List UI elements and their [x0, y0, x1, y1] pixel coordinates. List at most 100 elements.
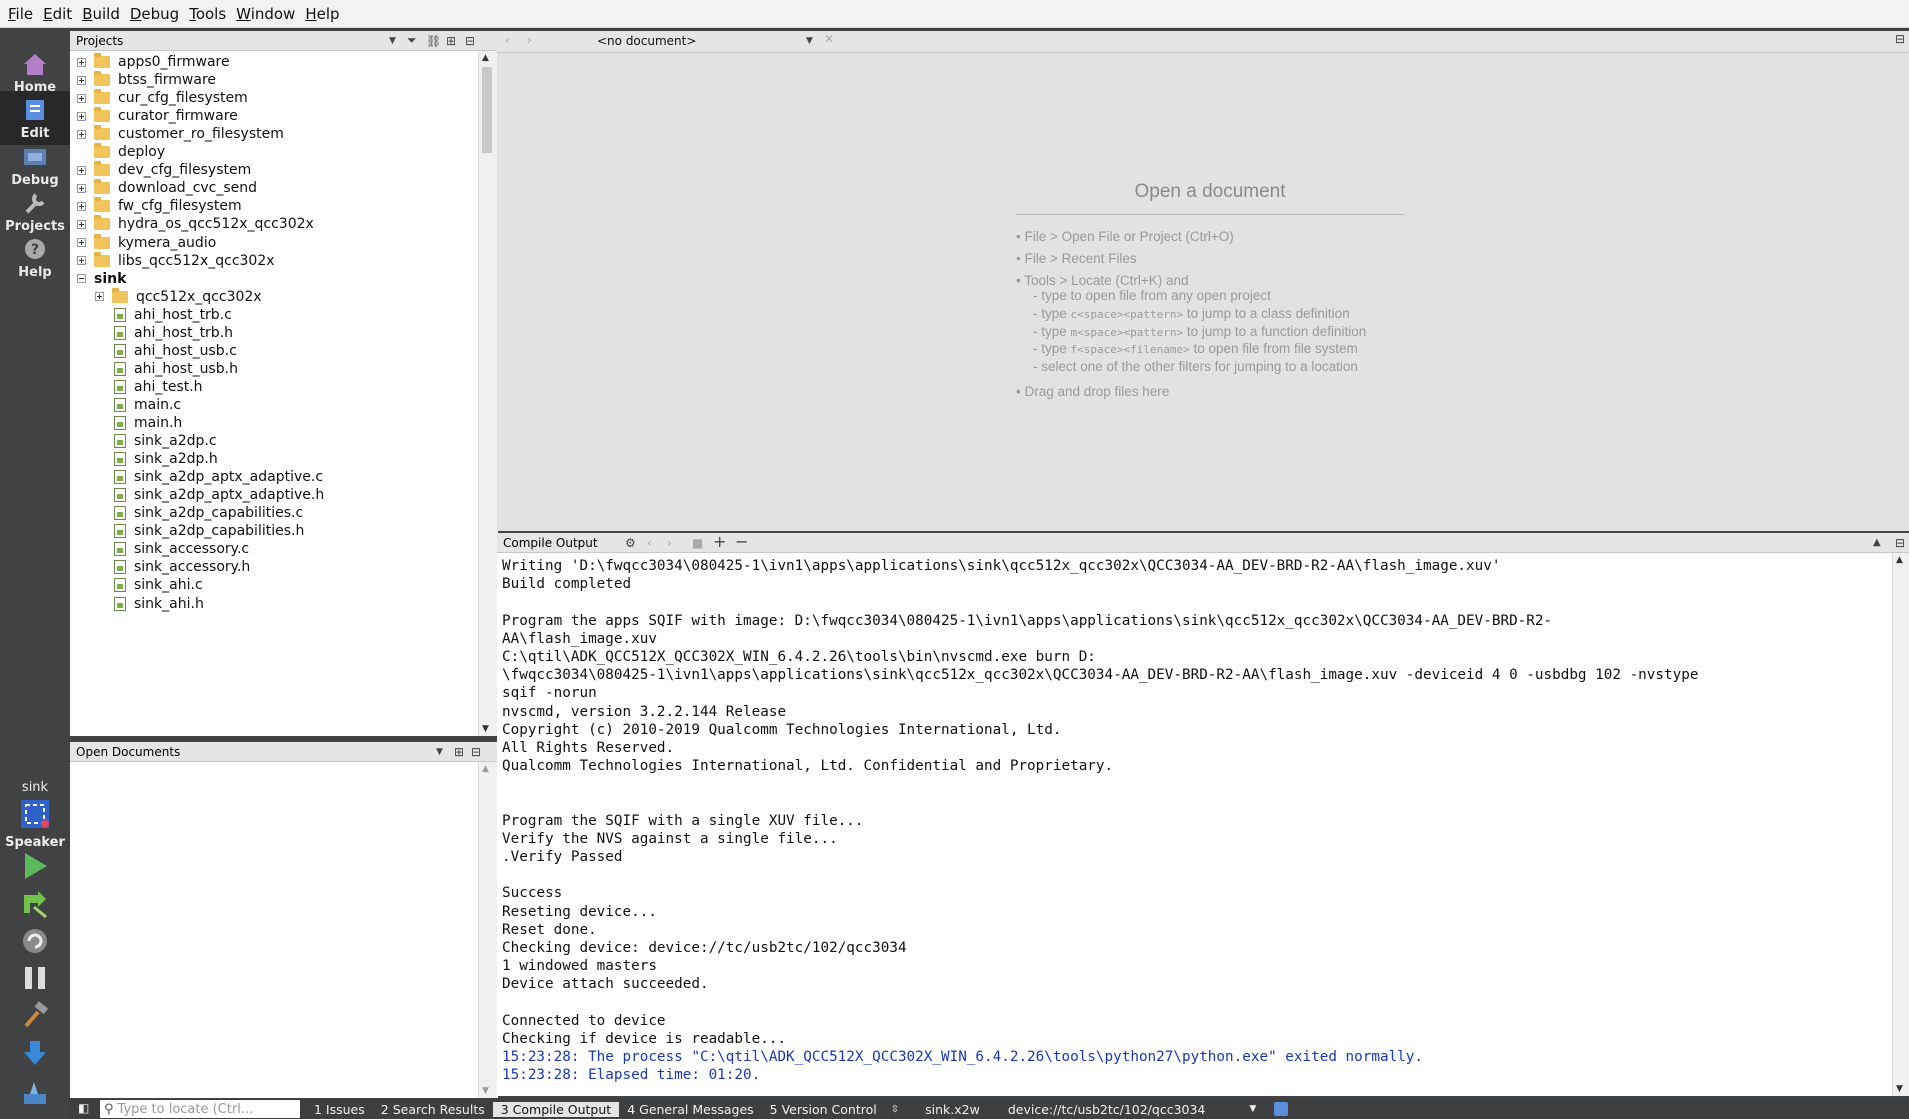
stop-icon[interactable]: ■: [692, 536, 703, 550]
flash-icon[interactable]: [20, 1078, 50, 1108]
source-file-icon: [114, 596, 126, 611]
locate-hint-text: - select one of the other filters for ju…: [1033, 359, 1358, 375]
expand-icon[interactable]: [77, 183, 86, 193]
connection-status-icon[interactable]: [1274, 1102, 1289, 1116]
project-tree-scrollbar[interactable]: ▲ ▼: [478, 51, 498, 736]
filter-icon[interactable]: ⏷: [407, 33, 417, 48]
expand-icon[interactable]: [95, 292, 104, 302]
expand-icon[interactable]: [77, 201, 86, 211]
expand-icon[interactable]: [77, 129, 86, 139]
tree-item-label: customer_ro_filesystem: [118, 126, 284, 143]
reset-icon[interactable]: [20, 926, 50, 956]
tree-item-label: kymera_audio: [118, 234, 217, 251]
mode-help[interactable]: ? Help: [0, 230, 70, 284]
svg-text:?: ?: [31, 242, 39, 258]
output-scrollbar[interactable]: ▲ ▼: [1892, 553, 1909, 1096]
mode-edit[interactable]: Edit: [0, 91, 70, 145]
project-tree: apps0_firmware btss_firmware cur_cfg_files…: [70, 51, 478, 736]
scroll-up-arrow-icon[interactable]: ▲: [482, 53, 489, 63]
output-pane-tab[interactable]: 4 General Messages: [619, 1102, 761, 1117]
output-pane-tab[interactable]: 3 Compile Output: [492, 1101, 620, 1117]
open-documents-list[interactable]: [70, 762, 478, 1098]
scroll-down-arrow-icon[interactable]: ▼: [1896, 1084, 1903, 1094]
run-debug-icon[interactable]: [20, 889, 50, 919]
menu-bar: File Edit Build Debug Tools Window Help: [0, 0, 1909, 28]
output-line: Qualcomm Technologies International, Ltd…: [502, 758, 1114, 775]
menu-edit[interactable]: Edit: [38, 5, 77, 23]
chevron-down-icon[interactable]: ▼: [1249, 1104, 1256, 1114]
source-file-icon: [114, 379, 126, 394]
expand-icon[interactable]: [77, 75, 86, 85]
projects-view-chevron-down-icon[interactable]: ▼: [389, 36, 396, 46]
compile-output-text[interactable]: Writing 'D:\fwqcc3034\080425-1\ivn1\apps…: [497, 553, 1892, 1096]
tree-item-label: ahi_host_usb.h: [134, 360, 238, 377]
run-icon[interactable]: [20, 851, 50, 881]
menu-debug[interactable]: Debug: [125, 5, 184, 23]
document-selector[interactable]: <no document>: [597, 34, 696, 48]
open-documents-scrollbar[interactable]: ▲ ▼: [478, 762, 498, 1098]
zoom-in-icon[interactable]: +: [713, 532, 726, 551]
expand-icon[interactable]: [77, 219, 86, 229]
expand-icon[interactable]: [77, 238, 86, 247]
chevron-down-icon[interactable]: ▼: [436, 747, 443, 757]
edit-icon: [26, 100, 44, 120]
toggle-sidebar-icon[interactable]: ◧: [78, 1101, 89, 1115]
locate-input[interactable]: ⚲ Type to locate (Ctrl...: [100, 1100, 300, 1118]
menu-tools[interactable]: Tools: [184, 5, 231, 23]
forward-arrow-icon[interactable]: ›: [527, 33, 532, 47]
scroll-up-arrow-icon[interactable]: ▲: [482, 764, 489, 774]
tree-item-label: sink_accessory.h: [134, 559, 251, 576]
folder-icon: [94, 89, 110, 105]
status-bar: ◧ ⚲ Type to locate (Ctrl... 1 Issues 2 Se…: [70, 1099, 1909, 1119]
back-arrow-icon[interactable]: ‹: [505, 33, 510, 47]
tree-item-label: sink_accessory.c: [134, 541, 250, 558]
next-item-icon[interactable]: ›: [667, 536, 672, 550]
tree-file-item[interactable]: sink_ahi.h: [95, 593, 204, 615]
close-pane-icon[interactable]: ⊟: [471, 745, 481, 759]
split-icon[interactable]: ⊞: [446, 34, 456, 48]
menu-build[interactable]: Build: [77, 5, 125, 23]
tree-item-label: fw_cfg_filesystem: [118, 198, 242, 215]
device-selector[interactable]: device://tc/usb2tc/102/qcc3034: [1008, 1102, 1206, 1117]
output-pane-tab[interactable]: 5 Version Control: [762, 1102, 885, 1117]
deploy-download-icon[interactable]: [20, 1038, 50, 1068]
close-pane-icon[interactable]: ⊟: [1895, 536, 1905, 550]
split-icon[interactable]: ⊞: [454, 745, 464, 759]
split-icon[interactable]: ⊟: [1895, 32, 1905, 46]
folder-icon: [112, 287, 128, 303]
divider: [1016, 214, 1404, 215]
output-pane-tab[interactable]: 1 Issues: [306, 1102, 373, 1117]
tree-item-label: apps0_firmware: [118, 54, 230, 70]
previous-item-icon[interactable]: ‹: [647, 536, 652, 550]
build-hammer-icon[interactable]: [20, 1000, 50, 1030]
pause-icon[interactable]: [20, 963, 50, 993]
expand-icon[interactable]: [77, 111, 86, 121]
close-icon[interactable]: ✕: [824, 32, 834, 46]
close-pane-icon[interactable]: ⊟: [465, 34, 475, 48]
menu-help[interactable]: Help: [300, 5, 344, 23]
collapse-icon[interactable]: [77, 274, 86, 284]
menu-window[interactable]: Window: [231, 5, 300, 23]
expand-icon[interactable]: [77, 165, 86, 175]
kit-file-label: sink.x2w: [925, 1101, 980, 1117]
expand-icon[interactable]: [77, 256, 86, 266]
scrollbar-thumb[interactable]: [482, 67, 492, 153]
tree-item-label: ahi_host_trb.c: [134, 306, 232, 323]
chevron-down-icon[interactable]: ▼: [806, 36, 813, 46]
menu-file[interactable]: File: [3, 5, 38, 23]
link-icon[interactable]: ⛓: [426, 34, 441, 48]
maximize-icon[interactable]: ▲: [1873, 537, 1881, 548]
zoom-out-icon[interactable]: −: [735, 532, 748, 551]
tree-item-label: ahi_test.h: [134, 378, 203, 395]
pane-chooser-icon[interactable]: ⇳: [891, 1104, 899, 1115]
kit-selector[interactable]: sink Speaker: [0, 780, 70, 850]
source-file-icon: [114, 452, 126, 467]
scroll-down-arrow-icon[interactable]: ▼: [482, 1086, 489, 1096]
scroll-up-arrow-icon[interactable]: ▲: [1896, 555, 1903, 565]
expand-icon[interactable]: [77, 93, 86, 103]
settings-icon[interactable]: ⚙: [625, 536, 636, 550]
expand-icon[interactable]: [77, 57, 86, 67]
output-pane-tab[interactable]: 2 Search Results: [373, 1102, 493, 1117]
tree-item-label: ahi_host_usb.c: [134, 342, 237, 359]
scroll-down-arrow-icon[interactable]: ▼: [482, 724, 489, 734]
